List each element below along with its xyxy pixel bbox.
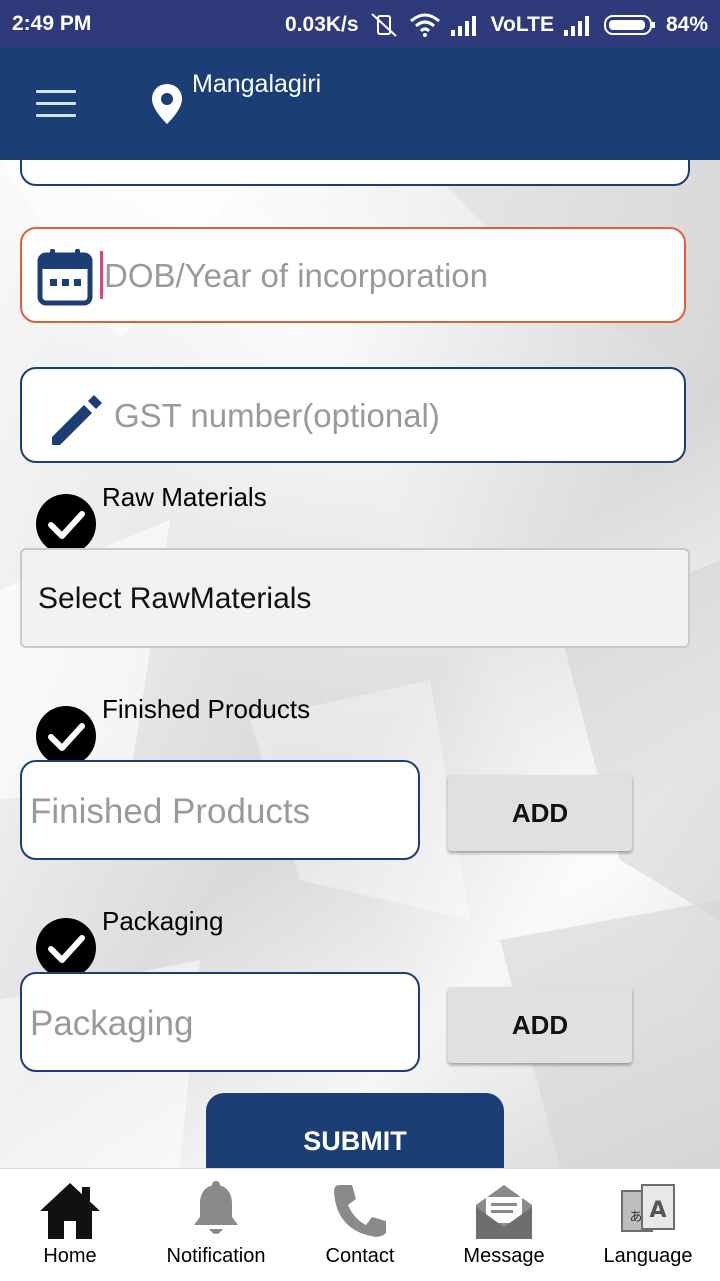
calendar-icon — [37, 249, 93, 306]
finished-products-checkbox[interactable] — [36, 706, 96, 766]
gst-field[interactable]: GST number(optional) — [20, 367, 686, 463]
add-packaging-button[interactable]: ADD — [448, 987, 632, 1063]
check-icon — [48, 935, 85, 963]
dob-field[interactable]: DOB/Year of incorporation — [20, 227, 686, 323]
nav-contact[interactable]: Contact — [310, 1169, 410, 1281]
nav-message-label: Message — [463, 1245, 545, 1267]
nav-message[interactable]: Message — [452, 1169, 556, 1281]
nav-language[interactable]: A あ Language — [596, 1169, 700, 1281]
pencil-icon — [52, 395, 102, 445]
network-speed: 0.03K/s — [285, 13, 359, 36]
signal-icon — [450, 16, 476, 36]
raw-materials-select-value: Select RawMaterials — [38, 582, 312, 615]
svg-text:A: A — [649, 1198, 666, 1223]
nav-contact-label: Contact — [325, 1245, 395, 1267]
nav-notification[interactable]: Notification — [150, 1169, 282, 1281]
home-icon — [40, 1183, 100, 1239]
translate-icon: A あ — [621, 1184, 675, 1232]
packaging-label: Packaging — [102, 906, 224, 936]
packaging-placeholder: Packaging — [30, 1004, 194, 1043]
add-finished-product-button[interactable]: ADD — [448, 775, 632, 851]
status-indicators: 0.03K/s VoLTE 84% — [285, 12, 708, 38]
mail-icon — [476, 1185, 532, 1239]
status-time: 2:49 PM — [12, 12, 92, 35]
bottom-navigation: Home Notification Contact Message A あ La… — [0, 1168, 720, 1281]
packaging-checkbox[interactable] — [36, 918, 96, 978]
battery-percent: 84% — [665, 13, 708, 36]
check-icon — [48, 723, 85, 751]
raw-materials-checkbox[interactable] — [36, 494, 96, 554]
svg-text:あ: あ — [629, 1210, 642, 1225]
raw-materials-select[interactable]: Select RawMaterials — [20, 548, 690, 648]
app-bar: Mangalagiri — [0, 48, 720, 160]
location-pin-icon — [152, 84, 182, 124]
finished-products-input[interactable]: Finished Products — [20, 760, 420, 860]
packaging-input[interactable]: Packaging — [20, 972, 420, 1072]
phone-icon — [334, 1185, 386, 1237]
menu-icon[interactable] — [36, 90, 76, 120]
battery-icon — [603, 15, 655, 35]
bell-icon — [194, 1181, 238, 1234]
nav-home[interactable]: Home — [22, 1169, 118, 1281]
nav-language-label: Language — [603, 1245, 693, 1267]
text-cursor — [100, 251, 103, 299]
raw-materials-label: Raw Materials — [102, 482, 267, 512]
mute-vibrate-icon — [370, 13, 397, 37]
network-type: VoLTE — [490, 13, 554, 36]
dob-placeholder: DOB/Year of incorporation — [104, 257, 488, 294]
submit-button[interactable]: SUBMIT — [206, 1093, 504, 1168]
previous-field-edge[interactable] — [20, 160, 690, 186]
form-content[interactable]: DOB/Year of incorporation GST number(opt… — [0, 160, 720, 1168]
check-icon — [48, 511, 85, 539]
signal-icon-2 — [563, 16, 589, 36]
finished-products-placeholder: Finished Products — [30, 792, 311, 831]
finished-products-label: Finished Products — [102, 694, 311, 724]
gst-placeholder: GST number(optional) — [114, 397, 440, 434]
status-bar: 2:49 PM 0.03K/s VoLTE 84% — [0, 0, 720, 48]
wifi-icon — [409, 13, 440, 37]
location-label[interactable]: Mangalagiri — [192, 70, 321, 99]
nav-notification-label: Notification — [166, 1245, 266, 1267]
nav-home-label: Home — [43, 1245, 97, 1267]
